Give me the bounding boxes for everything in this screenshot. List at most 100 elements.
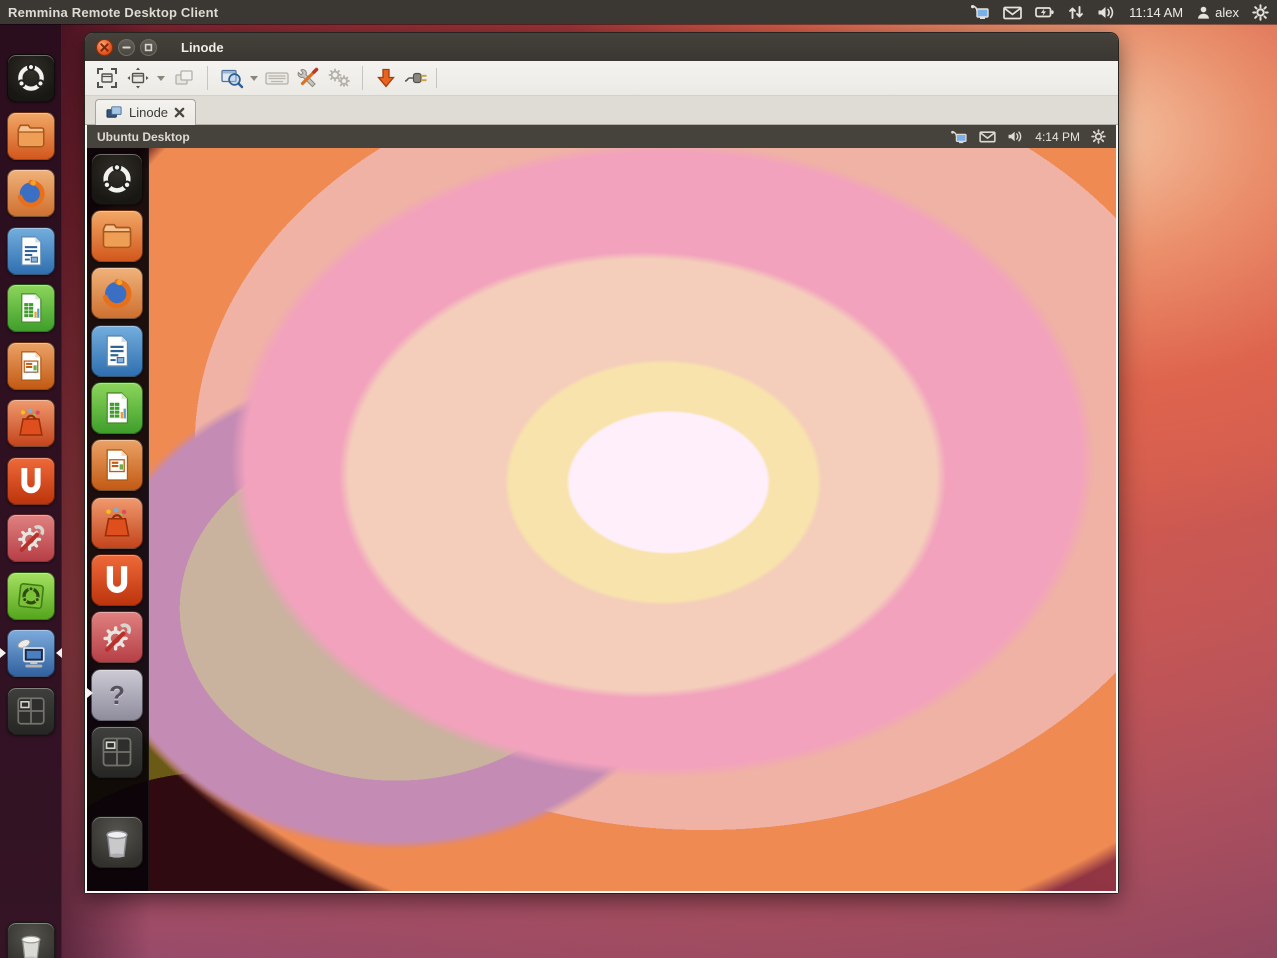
workspace-switcher-icon xyxy=(99,734,135,770)
remote-launcher-item-home-folder[interactable] xyxy=(91,210,143,262)
launcher-item-system-settings[interactable] xyxy=(7,514,55,562)
mail-icon[interactable] xyxy=(979,130,996,143)
battery-icon[interactable] xyxy=(1035,5,1055,19)
tab-linode[interactable]: Linode xyxy=(95,99,196,125)
mail-icon[interactable] xyxy=(1003,5,1022,20)
tools-button[interactable] xyxy=(294,65,322,92)
minimize-button[interactable] xyxy=(118,39,135,56)
remote-launcher-item-system-settings[interactable] xyxy=(91,611,143,663)
software-center-bag-icon xyxy=(100,506,134,540)
firefox-icon xyxy=(14,176,48,210)
minimize-icon xyxy=(122,43,131,52)
copy-windows-icon xyxy=(172,66,196,90)
user-menu[interactable]: alex xyxy=(1196,5,1239,20)
host-clock[interactable]: 11:14 AM xyxy=(1129,5,1183,20)
fullscreen-button[interactable] xyxy=(93,65,121,92)
remote-launcher-item-libreoffice-calc[interactable] xyxy=(91,382,143,434)
green-ubuntu-icon xyxy=(15,580,47,612)
plug-icon xyxy=(404,66,430,90)
copy-windows-button xyxy=(170,65,198,92)
launcher-item-trash[interactable] xyxy=(7,922,55,958)
host-topbar: Remmina Remote Desktop Client 11:14 AM a… xyxy=(0,0,1277,24)
launcher-item-libreoffice-impress[interactable] xyxy=(7,342,55,390)
tab-bar: Linode xyxy=(85,96,1118,125)
toolbar-separator xyxy=(362,66,363,90)
scale-dropdown-caret[interactable] xyxy=(248,76,260,81)
preferences-button xyxy=(325,65,353,92)
launcher-item-ubuntu-software-center[interactable] xyxy=(7,399,55,447)
session-gear-icon[interactable] xyxy=(1252,4,1269,21)
disconnect-button[interactable] xyxy=(403,65,431,92)
launcher-item-libreoffice-calc[interactable] xyxy=(7,284,55,332)
launcher-item-workspace-switcher[interactable] xyxy=(7,687,55,735)
remote-session-icon xyxy=(106,105,123,120)
window-titlebar[interactable]: Linode xyxy=(85,33,1118,61)
workspace-switcher-icon xyxy=(14,694,48,728)
resize-window-icon xyxy=(126,66,150,90)
toolbar-end-bar xyxy=(436,68,437,88)
down-arrow-icon xyxy=(374,66,398,90)
close-button[interactable] xyxy=(96,39,113,56)
screen: Remmina Remote Desktop Client 11:14 AM a… xyxy=(0,0,1277,958)
remote-launcher-item-ubuntu-software-center[interactable] xyxy=(91,497,143,549)
remote-launcher-item-firefox[interactable] xyxy=(91,267,143,319)
software-center-bag-icon xyxy=(15,407,47,439)
maximize-button[interactable] xyxy=(140,39,157,56)
user-name: alex xyxy=(1215,5,1239,20)
volume-icon[interactable] xyxy=(1097,5,1116,20)
scaled-view-button[interactable] xyxy=(217,65,245,92)
impress-document-icon xyxy=(101,448,133,482)
remote-launcher-item-workspace-switcher[interactable] xyxy=(91,726,143,778)
down-arrow-button[interactable] xyxy=(372,65,400,92)
remote-desktop-wallpaper: ? xyxy=(87,148,1116,891)
window-title: Linode xyxy=(181,40,224,55)
gears-icon xyxy=(326,66,352,90)
keyboard-icon xyxy=(264,66,290,90)
network-traffic-icon[interactable] xyxy=(1068,5,1084,20)
remote-launcher-item-libreoffice-writer[interactable] xyxy=(91,325,143,377)
close-icon xyxy=(100,43,109,52)
remote-launcher-item-trash[interactable] xyxy=(91,816,143,868)
impress-document-icon xyxy=(16,350,46,382)
calc-document-icon xyxy=(16,292,46,324)
launcher-item-ubuntu-dash[interactable] xyxy=(7,54,55,102)
resize-window-button[interactable] xyxy=(124,65,152,92)
launcher-item-ubuntu-one[interactable] xyxy=(7,457,55,505)
settings-gear-wrench-icon xyxy=(100,620,134,654)
remote-launcher-item-ubuntu-dash[interactable] xyxy=(91,153,143,205)
launcher-item-firefox[interactable] xyxy=(7,169,55,217)
remote-launcher-item-unknown-app[interactable]: ? xyxy=(91,669,143,721)
launcher-item-remmina[interactable] xyxy=(7,629,55,677)
volume-icon[interactable] xyxy=(1007,130,1024,143)
remote-launcher-item-libreoffice-impress[interactable] xyxy=(91,439,143,491)
host-window-title: Remmina Remote Desktop Client xyxy=(8,5,218,20)
folder-icon xyxy=(15,120,47,152)
launcher-item-libreoffice-writer[interactable] xyxy=(7,227,55,275)
launcher-item-home-folder[interactable] xyxy=(7,112,55,160)
remmina-monitor-icon xyxy=(14,636,48,670)
folder-icon xyxy=(100,219,134,253)
resize-dropdown-caret[interactable] xyxy=(155,76,167,81)
close-tab-icon[interactable] xyxy=(174,107,185,118)
tab-label: Linode xyxy=(129,105,168,120)
host-launcher xyxy=(0,24,62,958)
launcher-item-ubuntu-software-updater[interactable] xyxy=(7,572,55,620)
ubuntu-dash-icon xyxy=(15,62,47,94)
session-gear-icon[interactable] xyxy=(1091,129,1106,144)
trash-icon xyxy=(98,823,136,861)
remote-desktop-indicator-icon[interactable] xyxy=(970,4,990,20)
question-mark-icon: ? xyxy=(109,680,125,711)
maximize-icon xyxy=(144,43,153,52)
remote-desktop-indicator-icon[interactable] xyxy=(950,130,968,144)
remote-launcher-item-ubuntu-one[interactable] xyxy=(91,554,143,606)
remote-tray: 4:14 PM xyxy=(950,129,1106,144)
ubuntu-one-icon xyxy=(100,563,134,597)
ubuntu-one-icon xyxy=(15,465,47,497)
dropdown-caret-icon xyxy=(157,76,165,81)
remote-topbar: Ubuntu Desktop 4:14 PM xyxy=(87,125,1116,148)
remote-launcher: ? xyxy=(87,148,149,891)
keyboard-grab-button xyxy=(263,65,291,92)
remote-clock[interactable]: 4:14 PM xyxy=(1035,130,1080,144)
remote-screen[interactable]: Ubuntu Desktop 4:14 PM xyxy=(87,125,1116,891)
remote-running-app-arrow xyxy=(87,688,93,698)
